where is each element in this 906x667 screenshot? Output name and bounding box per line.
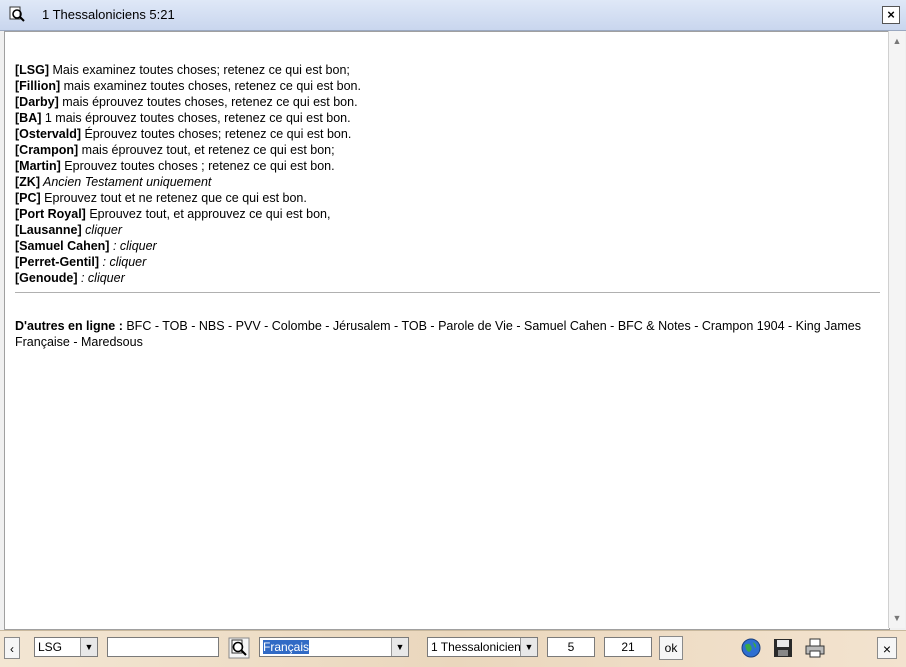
verse-line: [Samuel Cahen] : cliquer <box>15 238 361 254</box>
version-tag[interactable]: [Port Royal] <box>15 207 86 221</box>
link-separator: - <box>606 319 618 333</box>
version-tag[interactable]: [ZK] <box>15 175 40 189</box>
online-link[interactable]: Maredsous <box>81 335 143 349</box>
version-tag[interactable]: [Ostervald] <box>15 127 81 141</box>
verse-text: mais éprouvez tout, et retenez ce qui es… <box>78 143 335 157</box>
bottom-toolbar: ‹ LSG ▼ Français ▼ 1 Thessaloniciens ▼ 5… <box>0 630 906 667</box>
verse-line: [Martin] Eprouvez toutes choses ; retene… <box>15 158 361 174</box>
language-select-value: Français <box>263 640 310 654</box>
link-separator: - <box>784 319 796 333</box>
chevron-down-icon[interactable]: ▼ <box>391 638 408 656</box>
scroll-down-icon[interactable]: ▼ <box>891 612 903 624</box>
verse-text: Eprouvez tout et ne retenez que ce qui e… <box>40 191 307 205</box>
verse-text: Eprouvez tout, et approuvez ce qui est b… <box>85 207 331 221</box>
link-separator: - <box>260 319 272 333</box>
verse-text: mais examinez toutes choses, retenez ce … <box>60 79 361 93</box>
ok-button[interactable]: ok <box>659 636 683 660</box>
online-link[interactable]: BFC <box>126 319 151 333</box>
window-title: 1 Thessaloniciens 5:21 <box>42 7 175 22</box>
verse-line: [Lausanne] cliquer <box>15 222 361 238</box>
online-link[interactable]: TOB <box>162 319 187 333</box>
book-select-value: 1 Thessaloniciens <box>431 640 527 654</box>
version-tag[interactable]: [Darby] <box>15 95 59 109</box>
search-icon <box>8 5 26 23</box>
save-icon[interactable] <box>771 636 795 660</box>
version-tag[interactable]: [Lausanne] <box>15 223 82 237</box>
verse-line: [Fillion] mais examinez toutes choses, r… <box>15 78 361 94</box>
link-separator: - <box>187 319 199 333</box>
verse-line: [Genoude] : cliquer <box>15 270 361 286</box>
globe-icon[interactable] <box>739 636 763 660</box>
verse-text: Éprouvez toutes choses; retenez ce qui e… <box>81 127 352 141</box>
version-tag[interactable]: [Genoude] <box>15 271 78 285</box>
version-tag[interactable]: [Perret-Gentil] <box>15 255 99 269</box>
verse-line: [Ostervald] Éprouvez toutes choses; rete… <box>15 126 361 142</box>
online-link[interactable]: NBS <box>199 319 225 333</box>
verse-text: Mais examinez toutes choses; retenez ce … <box>49 63 350 77</box>
version-select[interactable]: LSG ▼ <box>34 637 98 657</box>
verse-line: [Perret-Gentil] : cliquer <box>15 254 361 270</box>
verse-link[interactable]: cliquer <box>82 223 122 237</box>
version-tag[interactable]: [BA] <box>15 111 41 125</box>
verse-line: [PC] Eprouvez tout et ne retenez que ce … <box>15 190 361 206</box>
version-tag[interactable]: [LSG] <box>15 63 49 77</box>
link-separator: - <box>426 319 439 333</box>
language-select[interactable]: Français ▼ <box>259 637 409 657</box>
scroll-up-icon[interactable]: ▲ <box>891 35 903 47</box>
verse-line: [Crampon] mais éprouvez tout, et retenez… <box>15 142 361 158</box>
verse-line: [Port Royal] Eprouvez tout, et approuvez… <box>15 206 361 222</box>
online-link[interactable]: BFC & Notes <box>618 319 691 333</box>
vertical-scrollbar[interactable]: ▲ ▼ <box>888 31 905 628</box>
verse-link[interactable]: Ancien Testament uniquement <box>40 175 211 189</box>
online-link[interactable]: PVV <box>236 319 261 333</box>
link-separator: - <box>512 319 524 333</box>
version-tag[interactable]: [Martin] <box>15 159 61 173</box>
verse-text: mais éprouvez toutes choses, retenez ce … <box>58 95 358 109</box>
version-tag[interactable]: [Crampon] <box>15 143 78 157</box>
online-link[interactable]: Jérusalem <box>333 319 391 333</box>
close-panel-button[interactable]: × <box>877 637 897 659</box>
online-links: D'autres en ligne : BFC - TOB - NBS - PV… <box>15 318 875 350</box>
link-separator: - <box>390 319 402 333</box>
chevron-down-icon[interactable]: ▼ <box>520 638 537 656</box>
link-separator: - <box>321 319 333 333</box>
close-button[interactable]: × <box>882 6 900 24</box>
link-separator: - <box>69 335 81 349</box>
version-select-value: LSG <box>38 640 63 654</box>
verse-line: [BA] 1 mais éprouvez toutes choses, rete… <box>15 110 361 126</box>
verse-panel: [LSG] Mais examinez toutes choses; reten… <box>4 31 890 630</box>
online-link[interactable]: TOB <box>401 319 426 333</box>
link-separator: - <box>690 319 702 333</box>
link-separator: - <box>224 319 236 333</box>
print-icon[interactable] <box>803 636 827 660</box>
online-link[interactable]: Parole de Vie <box>438 319 513 333</box>
online-link[interactable]: Samuel Cahen <box>524 319 607 333</box>
verse-list: [LSG] Mais examinez toutes choses; reten… <box>15 62 361 286</box>
chapter-input[interactable]: 5 <box>547 637 595 657</box>
search-input[interactable] <box>107 637 219 657</box>
verse-line: [LSG] Mais examinez toutes choses; reten… <box>15 62 361 78</box>
online-link[interactable]: Colombe <box>272 319 322 333</box>
verse-link[interactable]: : cliquer <box>99 255 147 269</box>
prev-button[interactable]: ‹ <box>4 637 20 659</box>
title-bar: 1 Thessaloniciens 5:21 × <box>0 0 906 31</box>
verse-line: [ZK] Ancien Testament uniquement <box>15 174 361 190</box>
verse-link[interactable]: : cliquer <box>78 271 125 285</box>
verse-text: 1 mais éprouvez toutes choses, retenez c… <box>41 111 351 125</box>
version-tag[interactable]: [PC] <box>15 191 41 205</box>
version-tag[interactable]: [Samuel Cahen] <box>15 239 109 253</box>
online-link[interactable]: Crampon 1904 <box>702 319 785 333</box>
online-label: D'autres en ligne : <box>15 319 123 333</box>
version-tag[interactable]: [Fillion] <box>15 79 60 93</box>
verse-line: [Darby] mais éprouvez toutes choses, ret… <box>15 94 361 110</box>
verse-input[interactable]: 21 <box>604 637 652 657</box>
book-select[interactable]: 1 Thessaloniciens ▼ <box>427 637 538 657</box>
divider <box>15 292 880 293</box>
verse-link[interactable]: : cliquer <box>109 239 157 253</box>
verse-text: Eprouvez toutes choses ; retenez ce qui … <box>60 159 335 173</box>
search-icon[interactable] <box>227 636 251 660</box>
chevron-down-icon[interactable]: ▼ <box>80 638 97 656</box>
link-separator: - <box>151 319 163 333</box>
